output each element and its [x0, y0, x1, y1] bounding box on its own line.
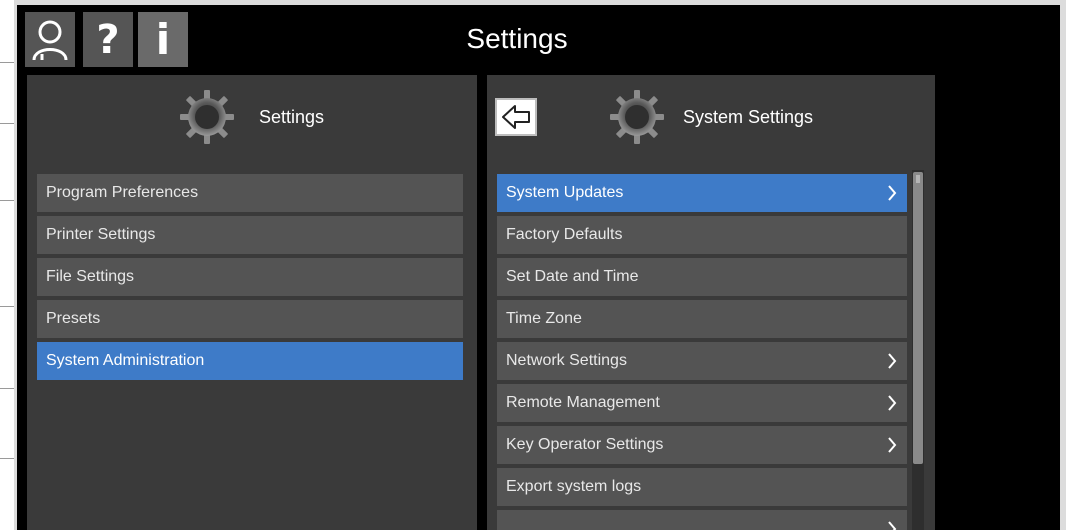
list-item-label: Export system logs	[506, 478, 642, 495]
list-item-system-updates[interactable]: System Updates	[497, 174, 907, 212]
system-settings-panel: System Settings System Updates Factory D…	[487, 75, 935, 530]
list-item-label: Program Preferences	[46, 184, 199, 201]
left-edge-strip	[0, 0, 14, 530]
list-item-label: Printer Settings	[46, 226, 156, 243]
chevron-right-icon	[888, 437, 897, 453]
settings-screen: ? i Settings Settings Program Preference…	[17, 5, 1060, 530]
page-title: Settings	[466, 23, 568, 54]
list-item-key-operator-settings[interactable]: Key Operator Settings	[497, 426, 907, 464]
divider	[0, 388, 14, 389]
list-item-printer-settings[interactable]: Printer Settings	[37, 216, 463, 254]
panel-header: Settings	[27, 75, 477, 160]
gear-icon	[610, 90, 664, 144]
divider	[0, 458, 14, 459]
list-item-label: Network Settings	[506, 352, 627, 369]
list-item-set-date-and-time[interactable]: Set Date and Time	[497, 258, 907, 296]
divider	[0, 200, 14, 201]
divider	[0, 123, 14, 124]
list-item-presets[interactable]: Presets	[37, 300, 463, 338]
list-item-network-settings[interactable]: Network Settings	[497, 342, 907, 380]
list-item-label: Factory Defaults	[506, 226, 623, 243]
panel-header: System Settings	[487, 75, 935, 160]
list-item-label: File Settings	[46, 268, 135, 285]
list-item-partial[interactable]	[497, 510, 907, 530]
list-item-label: Key Operator Settings	[506, 436, 664, 453]
divider	[0, 306, 14, 307]
panel-title: System Settings	[683, 107, 814, 127]
settings-panel: Settings Program Preferences Printer Set…	[27, 75, 477, 530]
back-arrow-icon	[502, 105, 530, 129]
list-item-label: System Administration	[46, 352, 205, 369]
device-frame: ? i Settings Settings Program Preference…	[14, 0, 1066, 530]
chevron-right-icon	[888, 521, 897, 530]
chevron-right-icon	[888, 185, 897, 201]
top-bar: ? i Settings	[17, 5, 1060, 75]
panel-title: Settings	[259, 107, 325, 127]
list-item-label: Set Date and Time	[506, 268, 639, 285]
list-item-label: Time Zone	[506, 310, 582, 327]
list-item-label: System Updates	[506, 184, 624, 201]
chevron-right-icon	[888, 353, 897, 369]
chevron-right-icon	[888, 395, 897, 411]
gear-icon	[180, 90, 234, 144]
divider	[0, 62, 14, 63]
list-item-remote-management[interactable]: Remote Management	[497, 384, 907, 422]
scrollbar-thumb[interactable]	[913, 172, 923, 464]
list-item-time-zone[interactable]: Time Zone	[497, 300, 907, 338]
list-item-system-administration[interactable]: System Administration	[37, 342, 463, 380]
list-item-file-settings[interactable]: File Settings	[37, 258, 463, 296]
list-item-export-system-logs[interactable]: Export system logs	[497, 468, 907, 506]
list-item-factory-defaults[interactable]: Factory Defaults	[497, 216, 907, 254]
list-item-label: Presets	[46, 310, 101, 327]
list-item-program-preferences[interactable]: Program Preferences	[37, 174, 463, 212]
list-item-label: Remote Management	[506, 394, 660, 411]
scrollbar[interactable]	[912, 170, 924, 530]
back-button[interactable]	[495, 98, 537, 136]
